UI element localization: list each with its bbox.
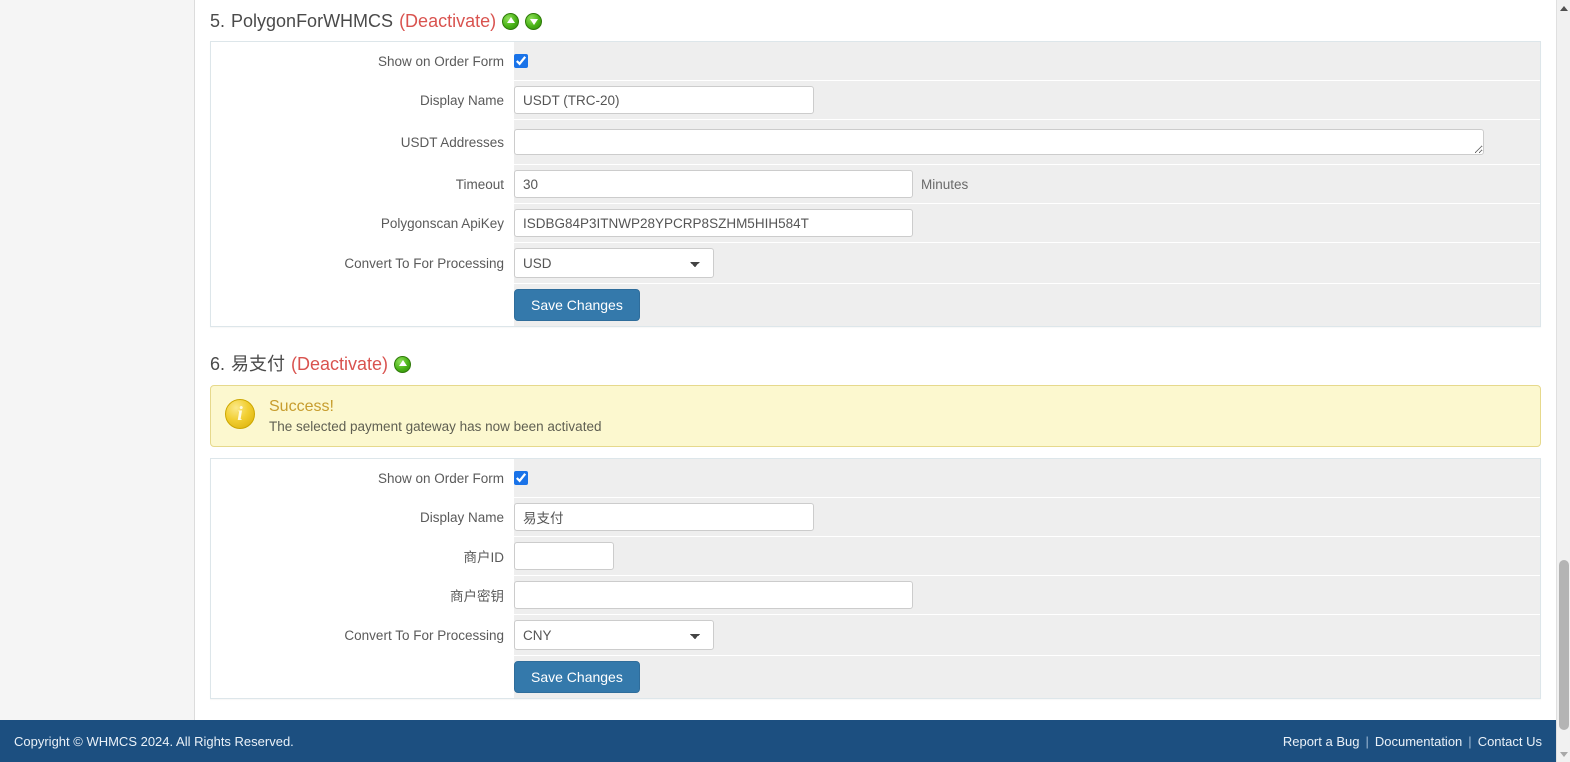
scrollbar-down-arrow-icon[interactable] xyxy=(1557,746,1570,762)
row-save-changes: Save Changes xyxy=(211,656,1540,698)
contact-us-link[interactable]: Contact Us xyxy=(1478,734,1542,749)
footer-separator-2: | xyxy=(1468,733,1472,749)
row-save-changes: Save Changes xyxy=(211,284,1540,326)
scrollbar-up-arrow-icon[interactable] xyxy=(1557,0,1570,16)
save-changes-button-yizhifu[interactable]: Save Changes xyxy=(514,661,640,693)
label-timeout: Timeout xyxy=(211,165,514,203)
success-alert: i Success! The selected payment gateway … xyxy=(210,385,1541,447)
row-timeout: Timeout Minutes xyxy=(211,165,1540,204)
gateway-index-6: 6. xyxy=(210,354,226,374)
suffix-timeout-minutes: Minutes xyxy=(921,176,969,192)
alert-message: The selected payment gateway has now bee… xyxy=(269,419,602,434)
label-save-spacer xyxy=(211,284,514,326)
row-convert-to-for-processing: Convert To For Processing USD xyxy=(211,243,1540,284)
input-timeout[interactable] xyxy=(514,170,913,198)
page-scrollbar[interactable] xyxy=(1556,0,1570,762)
input-polygonscan-apikey[interactable] xyxy=(514,209,913,237)
field-usdt-addresses xyxy=(514,120,1540,164)
field-polygonscan-apikey xyxy=(514,204,1540,242)
gateway-header-yizhifu: 6. 易支付 (Deactivate) xyxy=(196,355,1555,373)
field-show-on-order-form xyxy=(514,459,1540,497)
field-display-name xyxy=(514,498,1540,536)
documentation-link[interactable]: Documentation xyxy=(1375,734,1462,749)
report-a-bug-link[interactable]: Report a Bug xyxy=(1283,734,1360,749)
arrow-up-circle-icon[interactable] xyxy=(502,12,520,30)
input-display-name[interactable] xyxy=(514,503,814,531)
gateway-header-polygonforwhmcs: 5. PolygonForWHMCS (Deactivate) xyxy=(196,0,1555,30)
row-display-name: Display Name xyxy=(211,81,1540,120)
row-show-on-order-form: Show on Order Form xyxy=(211,42,1540,81)
save-changes-button-polygonforwhmcs[interactable]: Save Changes xyxy=(514,289,640,321)
label-convert-to-for-processing: Convert To For Processing xyxy=(211,615,514,655)
alert-title: Success! xyxy=(269,398,334,415)
field-merchant-id xyxy=(514,537,1540,575)
deactivate-link-yizhifu[interactable]: (Deactivate) xyxy=(291,355,388,373)
alert-text-wrap: Success! The selected payment gateway ha… xyxy=(269,398,601,434)
footer-separator-1: | xyxy=(1365,733,1369,749)
label-merchant-id: 商户ID xyxy=(211,537,514,575)
label-save-spacer xyxy=(211,656,514,698)
label-merchant-key: 商户密钥 xyxy=(211,576,514,614)
row-polygonscan-apikey: Polygonscan ApiKey xyxy=(211,204,1540,243)
label-usdt-addresses: USDT Addresses xyxy=(211,120,514,164)
gateway-name-yizhifu: 易支付 xyxy=(231,354,286,374)
input-merchant-key[interactable] xyxy=(514,581,913,609)
label-convert-to-for-processing: Convert To For Processing xyxy=(211,243,514,283)
label-polygonscan-apikey: Polygonscan ApiKey xyxy=(211,204,514,242)
field-convert-to-for-processing: USD xyxy=(514,243,1540,283)
main-content: 5. PolygonForWHMCS (Deactivate) Show on … xyxy=(196,0,1555,720)
checkbox-show-on-order-form[interactable] xyxy=(514,471,528,485)
field-convert-to-for-processing: CNY xyxy=(514,615,1540,655)
arrow-up-circle-icon[interactable] xyxy=(394,355,412,373)
footer-links: Report a Bug | Documentation | Contact U… xyxy=(1283,734,1542,749)
label-show-on-order-form: Show on Order Form xyxy=(211,42,514,80)
input-merchant-id[interactable] xyxy=(514,542,614,570)
row-usdt-addresses: USDT Addresses xyxy=(211,120,1540,165)
gateway-panel-polygonforwhmcs: Show on Order Form Display Name USDT Add… xyxy=(210,41,1541,327)
checkbox-show-on-order-form[interactable] xyxy=(514,54,528,68)
gateway-index-5: 5. xyxy=(210,11,226,31)
footer-copyright: Copyright © WHMCS 2024. All Rights Reser… xyxy=(14,733,294,749)
info-circle-icon: i xyxy=(225,399,255,429)
field-timeout: Minutes xyxy=(514,165,1540,203)
sidebar-rail xyxy=(0,0,195,720)
field-save-changes: Save Changes xyxy=(514,656,1540,698)
select-convert-to-for-processing[interactable]: CNY xyxy=(514,620,714,650)
row-convert-to-for-processing: Convert To For Processing CNY xyxy=(211,615,1540,656)
scrollbar-thumb[interactable] xyxy=(1559,560,1569,730)
row-show-on-order-form: Show on Order Form xyxy=(211,459,1540,498)
label-display-name: Display Name xyxy=(211,81,514,119)
row-display-name: Display Name xyxy=(211,498,1540,537)
label-show-on-order-form: Show on Order Form xyxy=(211,459,514,497)
field-show-on-order-form xyxy=(514,42,1540,80)
field-display-name xyxy=(514,81,1540,119)
row-merchant-id: 商户ID xyxy=(211,537,1540,576)
input-display-name[interactable] xyxy=(514,86,814,114)
textarea-usdt-addresses[interactable] xyxy=(514,129,1484,155)
field-save-changes: Save Changes xyxy=(514,284,1540,326)
page-footer: Copyright © WHMCS 2024. All Rights Reser… xyxy=(0,720,1556,762)
field-merchant-key xyxy=(514,576,1540,614)
deactivate-link-polygonforwhmcs[interactable]: (Deactivate) xyxy=(399,12,496,30)
row-merchant-key: 商户密钥 xyxy=(211,576,1540,615)
gateway-panel-yizhifu: Show on Order Form Display Name 商户ID 商户密… xyxy=(210,458,1541,699)
gateway-name-polygonforwhmcs: PolygonForWHMCS xyxy=(231,11,394,31)
label-display-name: Display Name xyxy=(211,498,514,536)
select-convert-to-for-processing[interactable]: USD xyxy=(514,248,714,278)
arrow-down-circle-icon[interactable] xyxy=(525,12,543,30)
